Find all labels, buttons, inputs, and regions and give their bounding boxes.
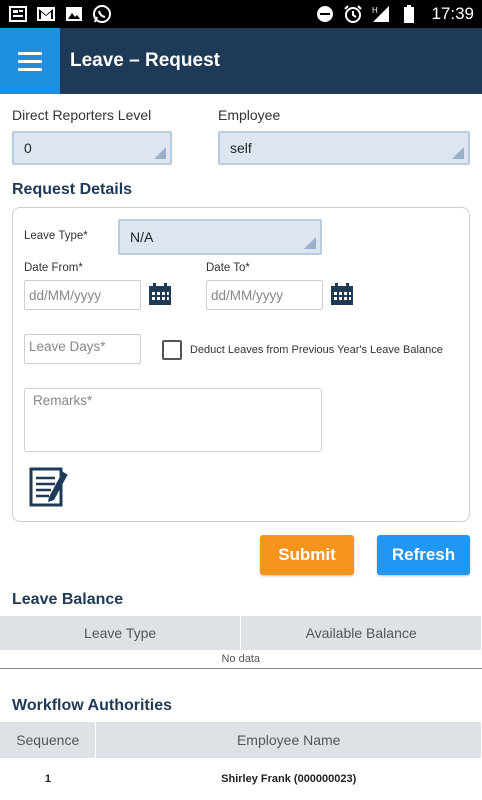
- remarks-textarea[interactable]: Remarks*: [24, 388, 322, 452]
- column-header-sequence[interactable]: Sequence: [0, 722, 97, 758]
- column-header-available-balance[interactable]: Available Balance: [240, 616, 482, 650]
- direct-reporters-value: 0: [24, 140, 32, 156]
- request-details-title: Request Details: [12, 181, 133, 198]
- refresh-button[interactable]: Refresh: [377, 535, 470, 575]
- leave-type-label: Leave Type*: [24, 230, 88, 242]
- signal-h-icon: H: [371, 5, 391, 23]
- dnd-icon: [315, 5, 335, 23]
- dropdown-corner-icon: [304, 237, 316, 249]
- workflow-authorities-title: Workflow Authorities: [12, 697, 172, 714]
- column-header-employee-name[interactable]: Employee Name: [95, 722, 482, 758]
- leave-balance-title: Leave Balance: [12, 591, 124, 608]
- dropdown-corner-icon: [452, 147, 464, 159]
- dropdown-corner-icon: [154, 147, 166, 159]
- calendar-icon[interactable]: [148, 282, 172, 306]
- deduct-leaves-label: Deduct Leaves from Previous Year's Leave…: [190, 344, 443, 356]
- sequence-cell: 1: [0, 758, 96, 800]
- status-time: 17:39: [431, 4, 474, 23]
- whatsapp-icon: [92, 5, 112, 23]
- no-data-text: No data: [0, 650, 482, 669]
- date-from-label: Date From*: [24, 262, 83, 274]
- date-to-placeholder: dd/MM/yyyy: [211, 287, 284, 303]
- battery-icon: [399, 5, 419, 23]
- leave-days-placeholder: Leave Days*: [29, 339, 106, 354]
- workflow-table: Sequence Employee Name 1 Shirley Frank (…: [0, 722, 482, 800]
- leave-type-select[interactable]: N/A: [118, 219, 322, 255]
- gmail-icon: [36, 5, 56, 23]
- calendar-icon[interactable]: [330, 282, 354, 306]
- alarm-icon: [343, 5, 363, 23]
- app-bar: Leave – Request: [0, 28, 482, 94]
- table-row[interactable]: 1 Shirley Frank (000000023): [0, 758, 482, 800]
- date-from-placeholder: dd/MM/yyyy: [29, 287, 102, 303]
- direct-reporters-label: Direct Reporters Level: [12, 107, 152, 123]
- remarks-placeholder: Remarks*: [33, 393, 93, 408]
- page-title: Leave – Request: [70, 50, 220, 71]
- notes-edit-icon[interactable]: [29, 465, 69, 509]
- date-from-input[interactable]: dd/MM/yyyy: [24, 280, 141, 310]
- submit-button[interactable]: Submit: [260, 535, 354, 575]
- leave-days-input[interactable]: Leave Days*: [24, 334, 141, 364]
- hamburger-icon: [18, 51, 42, 55]
- status-bar: H 17:39: [0, 0, 482, 28]
- employee-value: self: [230, 140, 252, 156]
- employee-label: Employee: [218, 107, 281, 123]
- employee-name-cell: Shirley Frank (000000023): [95, 758, 482, 800]
- hamburger-menu-button[interactable]: [0, 28, 60, 94]
- image-icon: [64, 5, 84, 23]
- date-to-input[interactable]: dd/MM/yyyy: [206, 280, 323, 310]
- date-to-label: Date To*: [206, 262, 250, 274]
- column-header-leave-type[interactable]: Leave Type: [0, 616, 242, 650]
- leave-balance-table: Leave Type Available Balance No data: [0, 616, 482, 669]
- news-icon: [8, 5, 28, 23]
- request-details-card: Leave Type* N/A Date From* dd/MM/yyyy Da…: [12, 207, 470, 522]
- employee-select[interactable]: self: [218, 131, 470, 165]
- direct-reporters-select[interactable]: 0: [12, 131, 172, 165]
- leave-type-value: N/A: [130, 229, 154, 245]
- svg-text:H: H: [372, 6, 378, 15]
- deduct-leaves-checkbox[interactable]: [162, 340, 182, 360]
